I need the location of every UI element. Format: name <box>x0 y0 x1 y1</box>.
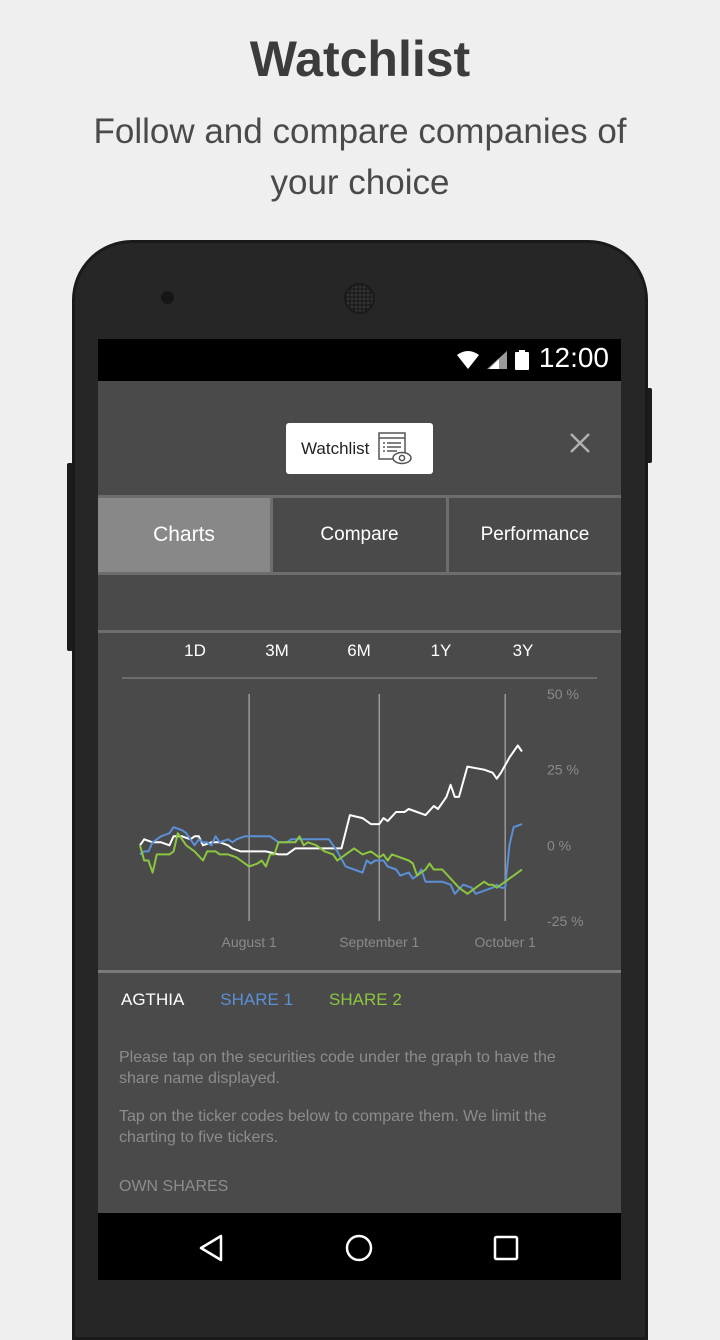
chart-legend: AGTHIA SHARE 1 SHARE 2 <box>121 990 402 1010</box>
range-1d-button[interactable]: 1D <box>184 641 206 661</box>
range-1y-button[interactable]: 1Y <box>431 641 452 661</box>
range-selector: 1D 3M 6M 1Y 3Y <box>98 630 621 674</box>
watchlist-logo-label: Watchlist <box>301 438 370 458</box>
battery-icon <box>515 350 529 370</box>
x-tick-label: September 1 <box>339 934 419 950</box>
x-tick-label: October 1 <box>474 934 536 950</box>
tab-bar: Charts Compare Performance <box>98 495 621 575</box>
promo-subtitle: Follow and compare companies of your cho… <box>93 112 627 202</box>
y-tick-label: 50 % <box>547 686 579 702</box>
navigation-bar <box>98 1213 621 1280</box>
own-shares-heading[interactable]: OWN SHARES <box>119 1178 228 1196</box>
series-line-share-1 <box>139 823 523 895</box>
legend-agthia[interactable]: AGTHIA <box>121 990 184 1010</box>
y-tick-label: 25 % <box>547 762 579 778</box>
home-icon[interactable] <box>344 1233 374 1263</box>
tab-charts-label: Charts <box>153 523 215 546</box>
promo-title: Watchlist <box>249 31 471 87</box>
range-6m-button[interactable]: 6M <box>347 641 371 661</box>
legend-share-1[interactable]: SHARE 1 <box>220 990 293 1010</box>
range-3m-button[interactable]: 3M <box>265 641 289 661</box>
tab-performance-label: Performance <box>480 524 590 545</box>
series-line-agthia <box>139 744 523 856</box>
earpiece-speaker <box>344 283 375 314</box>
close-icon[interactable] <box>568 431 592 455</box>
back-icon[interactable] <box>196 1233 226 1263</box>
content-spacer <box>98 575 621 630</box>
y-tick-label: 0 % <box>547 837 571 853</box>
status-bar: 12:00 <box>98 339 621 381</box>
status-time: 12:00 <box>538 342 609 373</box>
y-tick-label: -25 % <box>547 913 584 929</box>
signal-icon <box>487 351 507 369</box>
recents-icon[interactable] <box>491 1233 521 1263</box>
watchlist-eye-icon <box>378 431 413 464</box>
phone-screen: 12:00 Watchlist Charts Compare Performan… <box>98 339 621 1280</box>
tab-charts[interactable]: Charts <box>98 498 273 572</box>
legend-share-2[interactable]: SHARE 2 <box>329 990 402 1010</box>
info-text-securities: Please tap on the securities code under … <box>119 1049 556 1087</box>
tab-compare-label: Compare <box>320 524 399 545</box>
wifi-icon <box>457 351 479 369</box>
tab-performance[interactable]: Performance <box>449 498 621 572</box>
comparison-chart[interactable]: August 1 September 1 October 1 50 % 25 % 0 % -… <box>98 679 621 969</box>
range-3y-button[interactable]: 3Y <box>513 641 534 661</box>
x-tick-label: August 1 <box>222 934 277 950</box>
info-text-tickers: Tap on the ticker codes below to compare… <box>119 1108 547 1146</box>
tab-compare[interactable]: Compare <box>273 498 449 572</box>
watchlist-logo: Watchlist <box>286 423 433 474</box>
front-camera <box>161 291 174 304</box>
legend-divider <box>98 970 621 973</box>
